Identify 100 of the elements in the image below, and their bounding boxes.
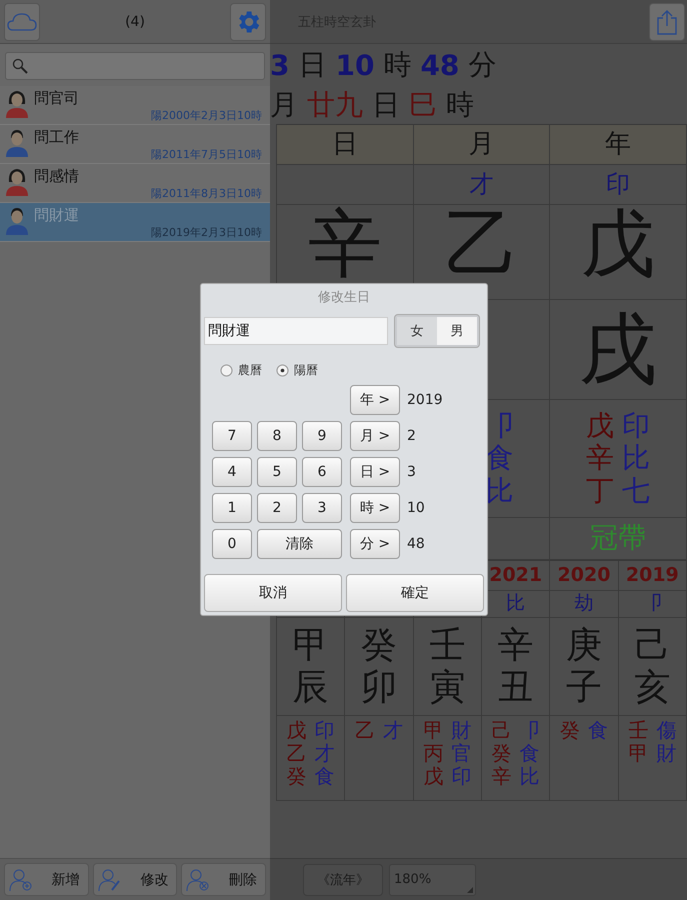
item-count: (4) bbox=[125, 14, 145, 30]
item-name: 問官司 bbox=[34, 89, 79, 108]
list-item[interactable]: 問感情 陽2011年8月3日10時 bbox=[0, 164, 270, 203]
year-label: 2019 bbox=[626, 564, 679, 586]
settings-button[interactable] bbox=[230, 2, 266, 40]
gender-option[interactable]: 女 bbox=[397, 317, 437, 345]
man-avatar-icon bbox=[4, 127, 30, 157]
item-name: 問感情 bbox=[34, 167, 79, 186]
cancel-button[interactable]: 取消 bbox=[204, 574, 342, 612]
digit-key[interactable]: 8 bbox=[257, 421, 297, 451]
hidden-stem: 癸 bbox=[286, 765, 307, 788]
growth-stage: 冠帶 bbox=[590, 522, 646, 555]
year-label: 2021 bbox=[489, 564, 542, 586]
share-button[interactable] bbox=[649, 2, 685, 40]
digit-key[interactable]: 5 bbox=[257, 457, 297, 487]
edit-person-icon bbox=[98, 868, 122, 892]
search-icon bbox=[12, 58, 28, 74]
list-item[interactable]: 問官司 陽2000年2月3日10時 bbox=[0, 86, 270, 125]
ten-god: 比 bbox=[506, 593, 526, 615]
field-key[interactable]: 日 > bbox=[350, 457, 400, 487]
field-value: 3 bbox=[407, 464, 417, 480]
field-key[interactable]: 年 > bbox=[350, 385, 400, 415]
cloud-icon bbox=[7, 12, 37, 32]
confirm-button[interactable]: 確定 bbox=[346, 574, 484, 612]
date-text: 時 bbox=[383, 47, 412, 83]
heavenly-stem: 庚 bbox=[566, 625, 602, 666]
heavenly-stem: 辛 bbox=[308, 207, 382, 281]
date-text: 月 bbox=[270, 87, 298, 123]
field-value: 2 bbox=[407, 428, 417, 444]
hidden-stem: 乙 bbox=[354, 719, 375, 742]
column-header: 日 bbox=[332, 130, 358, 160]
share-icon bbox=[656, 8, 678, 34]
name-field[interactable]: 問財運 bbox=[204, 317, 388, 345]
hidden-stem: 丙 bbox=[423, 742, 444, 765]
field-value: 48 bbox=[407, 536, 426, 552]
item-name: 問財運 bbox=[34, 206, 79, 225]
hidden-stem: 戊 bbox=[423, 765, 444, 788]
calendar-option[interactable]: 農曆 bbox=[220, 362, 262, 379]
field-key[interactable]: 月 > bbox=[350, 421, 400, 451]
add-person-icon bbox=[9, 868, 33, 892]
date-text: 巳 bbox=[409, 87, 437, 123]
digit-key[interactable]: 6 bbox=[302, 457, 342, 487]
digit-key[interactable]: 0 bbox=[212, 529, 252, 559]
date-text: 日 bbox=[372, 87, 400, 123]
field-key[interactable]: 分 > bbox=[350, 529, 400, 559]
earthly-branch: 辰 bbox=[292, 666, 329, 708]
date-text: 日 bbox=[298, 47, 326, 83]
digit-key[interactable]: 1 bbox=[212, 493, 252, 523]
column-header: 年 bbox=[605, 130, 632, 160]
dialog-title: 修改生日 bbox=[318, 289, 370, 307]
hidden-stem: 甲 bbox=[423, 719, 444, 742]
digit-key[interactable]: 9 bbox=[302, 421, 342, 451]
heavenly-stem: 癸 bbox=[360, 625, 397, 666]
heavenly-stem: 甲 bbox=[292, 625, 329, 666]
remove-person-icon bbox=[186, 868, 210, 892]
hidden-stem: 辛 bbox=[492, 765, 512, 788]
date-text: 時 bbox=[446, 87, 474, 123]
search-field[interactable] bbox=[5, 52, 265, 80]
earthly-branch: 亥 bbox=[634, 666, 670, 708]
hidden-stem: 壬 bbox=[628, 719, 648, 742]
heavenly-stem: 己 bbox=[634, 625, 670, 666]
cloud-button[interactable] bbox=[4, 2, 40, 40]
gender-option[interactable]: 男 bbox=[437, 317, 477, 345]
column-header: 月 bbox=[468, 130, 494, 160]
date-text: 10 bbox=[335, 48, 374, 82]
heavenly-stem: 壬 bbox=[429, 625, 466, 666]
heavenly-stem: 辛 bbox=[498, 625, 534, 666]
item-date: 陽2019年2月3日10時 bbox=[151, 225, 262, 240]
earthly-branch: 寅 bbox=[429, 666, 466, 708]
digit-key[interactable]: 2 bbox=[257, 493, 297, 523]
calendar-option[interactable]: 陽曆 bbox=[276, 362, 318, 379]
item-date: 陽2000年2月3日10時 bbox=[151, 108, 262, 123]
hidden-stem: 戊 bbox=[586, 410, 614, 442]
woman-avatar-icon bbox=[4, 88, 30, 118]
clear-key[interactable]: 清除 bbox=[257, 529, 342, 559]
item-name: 問工作 bbox=[34, 128, 79, 147]
ten-god: 才 bbox=[469, 170, 494, 198]
digit-key[interactable]: 3 bbox=[302, 493, 342, 523]
hidden-stem: 癸 bbox=[560, 719, 580, 742]
year-label: 2020 bbox=[558, 564, 610, 586]
hidden-stem: 丁 bbox=[586, 474, 614, 507]
hidden-stem: 戊 bbox=[286, 719, 307, 742]
earthly-branch: 子 bbox=[566, 666, 602, 708]
heavenly-stem: 戊 bbox=[581, 207, 656, 281]
woman-avatar-icon bbox=[4, 166, 30, 196]
hidden-stem: 辛 bbox=[586, 442, 614, 475]
earthly-branch: 戌 bbox=[579, 310, 658, 388]
hidden-stem: 癸 bbox=[492, 742, 512, 765]
digit-key[interactable]: 4 bbox=[212, 457, 252, 487]
date-text: 廿九 bbox=[307, 87, 363, 123]
date-text: 分 bbox=[468, 47, 496, 83]
hidden-stem: 乙 bbox=[286, 742, 307, 765]
date-text: 3 bbox=[270, 48, 290, 82]
digit-key[interactable]: 7 bbox=[212, 421, 252, 451]
field-value: 2019 bbox=[407, 392, 444, 408]
earthly-branch: 丑 bbox=[498, 666, 534, 708]
list-item[interactable]: 問工作 陽2011年7月5日10時 bbox=[0, 125, 270, 164]
field-key[interactable]: 時 > bbox=[350, 493, 400, 523]
hidden-stem: 甲 bbox=[628, 742, 648, 765]
item-date: 陽2011年7月5日10時 bbox=[151, 147, 262, 162]
